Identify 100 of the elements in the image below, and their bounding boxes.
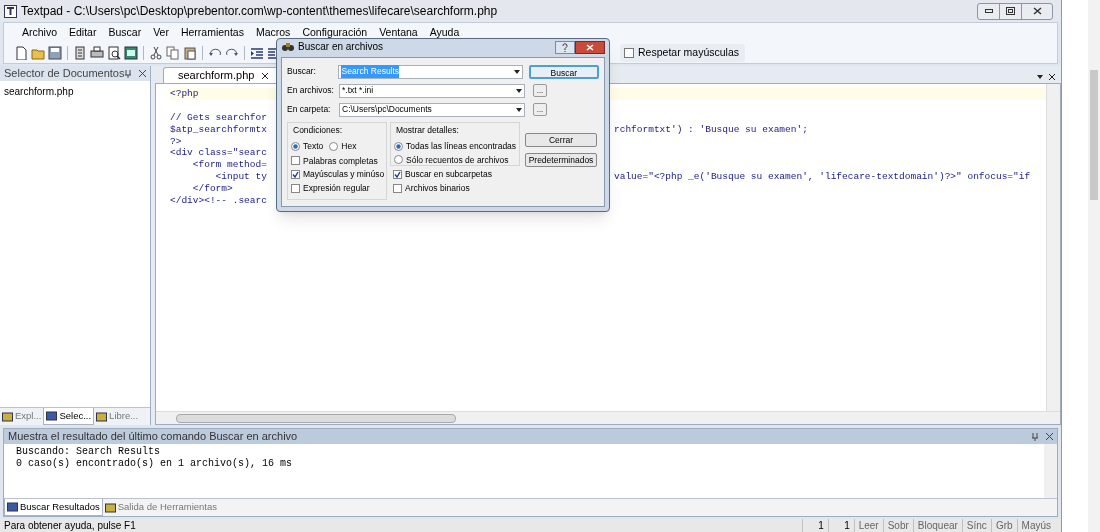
field-label: En archivos: [287, 84, 335, 97]
status-field: Leer [853, 519, 883, 532]
dropdown-icon[interactable] [1037, 75, 1043, 79]
close-icon [1032, 7, 1042, 15]
close-button[interactable] [575, 41, 605, 54]
document-icon[interactable] [73, 46, 87, 60]
checkbox-icon[interactable] [291, 156, 300, 166]
window-icon [46, 411, 58, 421]
menu-item[interactable]: Buscar [102, 25, 148, 41]
code-line: <form method= [191, 159, 267, 171]
menu-item[interactable]: Ayuda [423, 25, 466, 41]
tab[interactable]: Libre... [94, 408, 141, 425]
magnifier-icon[interactable] [107, 46, 121, 60]
tab[interactable]: Buscar Resultados [4, 499, 103, 516]
browse-button[interactable]: ... [533, 103, 547, 116]
code-line: // Gets searchfor [170, 111, 267, 123]
menu-item[interactable]: Editar [63, 25, 103, 41]
close-icon[interactable] [139, 70, 146, 77]
panel-title: Selector de Documentos [4, 66, 125, 82]
output-line: Buscando: Search Results [16, 446, 162, 458]
search-button[interactable]: Buscar [528, 64, 599, 79]
dropdown-icon [516, 88, 522, 93]
menu-item[interactable]: Configuración [296, 25, 374, 41]
code-line: <input ty [214, 171, 267, 183]
checkbox[interactable]: Expresión regular [291, 182, 386, 195]
menu-item[interactable]: Ver [147, 25, 175, 41]
checkbox-icon[interactable] [624, 48, 635, 58]
code-line: </form> [191, 183, 233, 195]
checkbox-icon[interactable] [291, 183, 300, 193]
copy-icon[interactable] [166, 46, 180, 60]
radio-button[interactable]: Sólo recuentos de archivos [394, 153, 519, 167]
code-line: value="<?php _e('Busque su examen', 'lifecare-textdomain')?>" onfocus="if [614, 171, 1031, 184]
indent-icon[interactable] [250, 46, 264, 60]
defaults-button[interactable]: Predeterminados [525, 153, 597, 167]
radio-button[interactable]: Hex [329, 139, 357, 153]
scrollbar[interactable] [156, 411, 1060, 424]
browse-button[interactable]: ... [533, 84, 547, 97]
checkbox-icon[interactable] [393, 169, 402, 179]
radio-button[interactable]: Todas las líneas encontradas [394, 139, 519, 153]
help-button[interactable] [555, 41, 575, 54]
folder-icon[interactable] [31, 46, 45, 60]
status-field: 1 [801, 519, 828, 532]
radio-icon[interactable] [394, 155, 403, 165]
code-line: </div><!-- .searc [170, 195, 267, 206]
scrollbar[interactable] [1046, 84, 1060, 411]
checkbox[interactable]: Buscar en subcarpetas [393, 168, 492, 181]
document-item[interactable]: searchform.php [4, 84, 146, 99]
group-title: Condiciones: [292, 124, 344, 137]
printer-icon[interactable] [90, 46, 104, 60]
dropdown-icon [513, 69, 520, 74]
checkbox[interactable]: Palabras completas [291, 154, 386, 168]
combo-field[interactable]: *.txt *.ini [339, 83, 525, 98]
match-case-checkbox[interactable]: Respetar mayúsculas [620, 44, 745, 62]
radio-icon[interactable] [291, 141, 300, 151]
radio-button[interactable]: Texto [291, 139, 324, 153]
window-icon [104, 502, 116, 513]
scrollbar[interactable] [1088, 0, 1100, 532]
close-dialog-button[interactable]: Cerrar [525, 133, 597, 147]
code-line: ?> [170, 135, 182, 147]
dialog-title: Buscar en archivos [298, 40, 384, 54]
close-icon [586, 44, 594, 51]
pin-icon[interactable] [1032, 432, 1038, 441]
field-label: Buscar: [287, 65, 317, 78]
code-line: $atp_searchformtx [170, 123, 267, 135]
checkbox-icon[interactable] [393, 183, 402, 193]
close-icon[interactable] [1049, 74, 1055, 80]
close-icon[interactable] [262, 72, 269, 79]
menu-item[interactable]: Ventana [373, 25, 424, 41]
close-icon[interactable] [1046, 433, 1053, 440]
clipboard-icon[interactable] [183, 46, 197, 60]
tab-label: searchform.php [178, 68, 255, 84]
checkbox[interactable]: Mayúsculas y minúso [291, 168, 386, 181]
menu-item[interactable]: Archivo [16, 25, 63, 41]
window-icon [2, 411, 13, 422]
minimize-icon [984, 9, 993, 13]
window-icon [7, 502, 18, 512]
radio-icon[interactable] [394, 141, 403, 151]
window-icon[interactable] [124, 46, 138, 60]
pin-icon[interactable] [125, 69, 131, 78]
scissors-icon[interactable] [149, 46, 163, 60]
menu-item[interactable]: Herramientas [174, 25, 250, 41]
menu-item[interactable]: Macros [249, 25, 297, 41]
dropdown-icon [516, 107, 522, 112]
field-label: En carpeta: [287, 103, 332, 116]
scrollbar[interactable] [1044, 444, 1057, 498]
radio-icon[interactable] [329, 141, 339, 151]
help-icon [562, 43, 568, 52]
checkbox-icon[interactable] [291, 170, 300, 180]
status-field: Sínc [961, 519, 991, 532]
checkbox[interactable]: Archivos binarios [393, 181, 492, 195]
new-file-icon[interactable] [14, 46, 28, 60]
tab[interactable]: Salida de Herramientas [102, 499, 219, 516]
combo-field[interactable]: C:\Users\pc\Documents [339, 102, 525, 117]
binoculars-icon [282, 41, 294, 52]
window-icon [96, 411, 108, 422]
status-field: 1 [827, 519, 854, 532]
tab[interactable]: Selec... [43, 408, 95, 425]
tab[interactable]: Expl... [0, 408, 44, 425]
status-field: Bloquear [912, 519, 962, 532]
app-icon [4, 4, 17, 18]
